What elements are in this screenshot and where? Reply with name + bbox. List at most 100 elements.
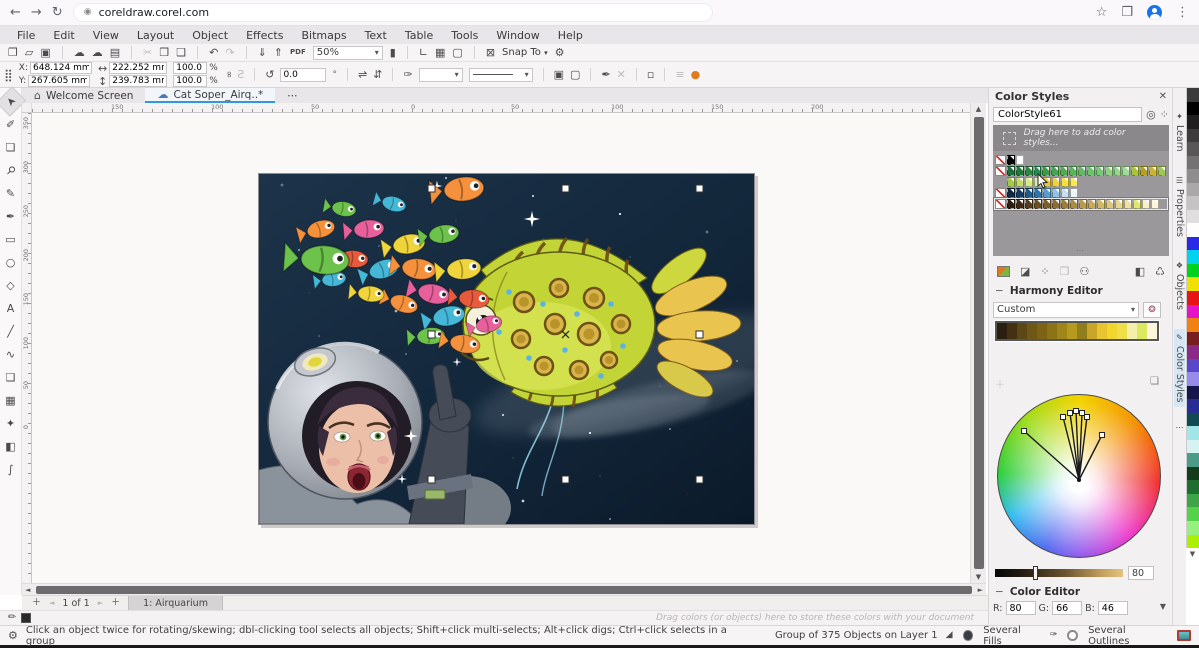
options-gear-icon[interactable]: ⚙ — [555, 47, 565, 58]
tab-overflow[interactable]: ⋯ — [275, 88, 310, 103]
horizontal-scroll-thumb[interactable] — [36, 586, 971, 594]
color-swatch[interactable] — [1151, 199, 1159, 209]
proof-colors-icon[interactable] — [1177, 630, 1192, 641]
swap-harmony-icon[interactable]: ❏ — [1150, 376, 1159, 390]
polygon-tool[interactable]: ◇ — [1, 274, 21, 297]
horizontal-ruler[interactable]: 15010050050100150200 — [32, 103, 970, 113]
menu-item-help[interactable]: Help — [549, 29, 592, 42]
menu-item-bitmaps[interactable]: Bitmaps — [292, 29, 355, 42]
vertical-scroll-thumb[interactable] — [974, 117, 984, 569]
freehand-tool[interactable]: ✎ — [1, 182, 21, 205]
rotation-angle-input[interactable] — [280, 68, 326, 82]
color-swatch[interactable] — [1115, 199, 1123, 209]
palette-swatch[interactable] — [1187, 480, 1199, 494]
add-page-icon-2[interactable]: ＋ — [111, 599, 120, 608]
color-swatch[interactable] — [1106, 199, 1114, 209]
color-swatch[interactable] — [1034, 177, 1042, 187]
menu-item-edit[interactable]: Edit — [44, 29, 83, 42]
color-swatch[interactable] — [1016, 177, 1024, 187]
browser-back-icon[interactable]: ← — [10, 5, 21, 20]
color-swatch[interactable] — [1025, 177, 1033, 187]
palette-swatch[interactable] — [1187, 115, 1199, 129]
palette-swatch[interactable] — [1187, 169, 1199, 183]
scroll-right-icon[interactable]: ► — [975, 584, 986, 596]
palette-swatch[interactable] — [1187, 507, 1199, 521]
harmony-gradient-strip[interactable] — [995, 321, 1159, 341]
color-swatch[interactable] — [1142, 199, 1150, 209]
view-grid-icon[interactable]: ▦ — [435, 47, 445, 58]
save-to-cloud-icon[interactable]: ☁ — [92, 47, 103, 58]
color-swatch[interactable] — [1061, 199, 1069, 209]
document-color-swatch[interactable] — [21, 613, 31, 623]
color-swatch[interactable] — [1043, 188, 1051, 198]
import-icon[interactable]: ⇓ — [258, 47, 267, 58]
object-height-input[interactable] — [109, 75, 167, 87]
zoom-level-select[interactable]: 50% — [313, 46, 383, 60]
palette-swatch[interactable] — [1187, 345, 1199, 359]
color-swatch[interactable] — [1088, 199, 1096, 209]
color-swatch[interactable] — [1105, 166, 1113, 176]
new-document-icon[interactable]: ❐ — [8, 47, 18, 58]
scale-width-input[interactable] — [173, 62, 207, 74]
color-swatch[interactable] — [1052, 199, 1060, 209]
snap-disable-icon[interactable]: ⊠ — [486, 47, 495, 58]
color-swatch[interactable] — [1096, 166, 1104, 176]
docker-tab-properties[interactable]: ☰Properties — [1174, 172, 1185, 241]
launch-icon[interactable]: ● — [691, 69, 701, 80]
pdf-export-icon[interactable]: PDF — [290, 49, 306, 56]
group-objects-icon[interactable]: ▣ — [554, 69, 564, 80]
palette-swatch[interactable] — [1187, 399, 1199, 413]
resize-grip-icon[interactable]: ⋯ — [1076, 246, 1086, 255]
print-icon[interactable]: ▤ — [110, 47, 120, 58]
no-color-swatch[interactable] — [995, 199, 1006, 209]
color-swatch[interactable] — [1158, 166, 1166, 176]
edit-anchor-icon[interactable]: ✒ — [601, 69, 610, 80]
next-page-icon[interactable]: ► — [98, 600, 103, 607]
prev-page-icon[interactable]: ◄ — [49, 600, 54, 607]
color-swatch[interactable] — [1078, 166, 1086, 176]
docker-tab-objects[interactable]: ❖Objects — [1174, 257, 1185, 314]
color-swatch[interactable] — [1051, 166, 1059, 176]
color-wheel[interactable] — [997, 394, 1161, 558]
menu-item-view[interactable]: View — [84, 29, 128, 42]
shape-tool[interactable]: ✐ — [1, 113, 21, 136]
no-color-swatch[interactable] — [995, 188, 1006, 198]
color-swatch[interactable] — [1025, 188, 1033, 198]
view-page-icon[interactable]: ▢ — [452, 47, 462, 58]
text-tool[interactable]: A — [1, 297, 21, 320]
palette-swatch[interactable] — [1187, 494, 1199, 508]
fullscreen-preview-icon[interactable]: ▮ — [390, 47, 396, 58]
palette-swatch[interactable] — [1187, 291, 1199, 305]
brightness-slider[interactable] — [995, 569, 1123, 577]
drop-shadow-tool[interactable]: ❏ — [1, 366, 21, 389]
color-swatch[interactable] — [1149, 166, 1157, 176]
add-page-icon[interactable]: ＋ — [32, 599, 41, 608]
scroll-down-icon[interactable]: ▼ — [973, 571, 984, 583]
color-swatch[interactable] — [1016, 199, 1024, 209]
palette-swatch[interactable] — [1187, 426, 1199, 440]
ungroup-objects-icon[interactable]: ▢ — [570, 69, 580, 80]
site-info-icon[interactable]: ◉ — [84, 8, 92, 17]
palette-swatch[interactable] — [1187, 142, 1199, 156]
palette-swatch[interactable] — [1187, 277, 1199, 291]
palette-swatch[interactable] — [1187, 102, 1199, 116]
color-swatch[interactable] — [1140, 166, 1148, 176]
color-swatch[interactable] — [1025, 199, 1033, 209]
color-style-drop-zone[interactable]: Drag here to add color styles... — [993, 125, 1169, 151]
undo-icon[interactable]: ↶ — [209, 47, 218, 58]
lock-ratio-icon[interactable]: ∞ — [223, 71, 232, 79]
browser-forward-icon[interactable]: → — [31, 5, 42, 20]
style-selector-mode-icon[interactable]: ◎ — [1146, 109, 1156, 120]
menu-item-window[interactable]: Window — [487, 29, 548, 42]
line-tool[interactable]: ╱ — [1, 320, 21, 343]
docker-tab-overflow-icon[interactable]: ⋯ — [1176, 423, 1184, 432]
palette-swatch[interactable] — [1187, 386, 1199, 400]
ellipse-tool[interactable]: ○ — [1, 251, 21, 274]
color-swatch[interactable] — [1052, 188, 1060, 198]
new-harmony-icon[interactable]: ⁘ — [1040, 266, 1049, 277]
palette-swatch[interactable] — [1187, 183, 1199, 197]
color-swatch[interactable] — [1007, 177, 1015, 187]
mesh-fill-tool[interactable]: ▦ — [1, 389, 21, 412]
brightness-value[interactable]: 80 — [1128, 566, 1154, 580]
color-swatch[interactable] — [1122, 166, 1130, 176]
